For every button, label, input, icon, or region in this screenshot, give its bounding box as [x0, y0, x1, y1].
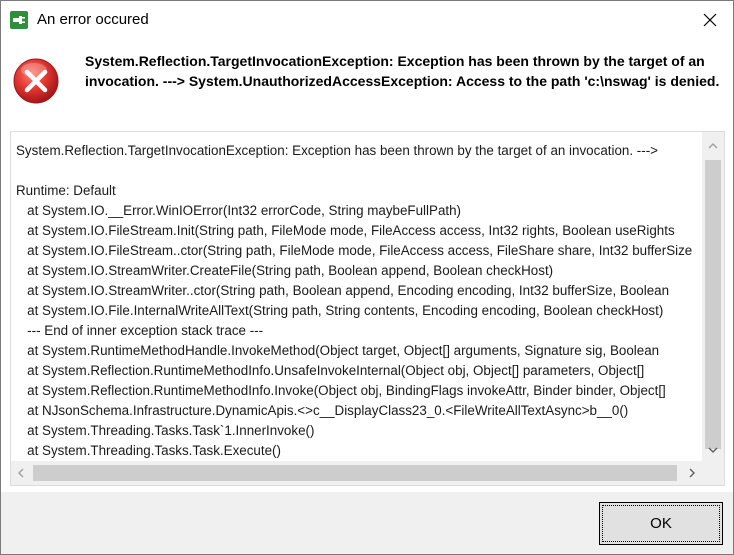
plug-icon: [10, 11, 28, 29]
details-line: at NJsonSchema.Infrastructure.DynamicApi…: [16, 403, 629, 418]
scroll-right-button[interactable]: [682, 461, 702, 485]
details-line: at System.Reflection.RuntimeMethodInfo.I…: [16, 383, 666, 398]
close-button[interactable]: [687, 1, 733, 39]
chevron-right-icon: [689, 468, 695, 478]
details-line: at System.IO.StreamWriter.CreateFile(Str…: [16, 263, 554, 278]
details-line: at System.RuntimeMethodHandle.InvokeMeth…: [16, 343, 660, 358]
scroll-up-button[interactable]: [702, 136, 724, 156]
vertical-scrollbar[interactable]: [702, 132, 724, 461]
details-line: at System.IO.__Error.WinIOError(Int32 er…: [16, 203, 462, 218]
error-icon: [12, 57, 60, 105]
ok-button[interactable]: OK: [599, 502, 723, 545]
details-line: at System.IO.FileStream.Init(String path…: [16, 223, 675, 238]
close-icon: [703, 13, 717, 27]
details-line: [16, 161, 702, 181]
chevron-left-icon: [18, 468, 24, 478]
scroll-down-button[interactable]: [702, 440, 724, 460]
title-bar[interactable]: An error occured: [1, 1, 733, 39]
window-title: An error occured: [37, 11, 149, 28]
details-line: Runtime: Default: [16, 183, 116, 198]
error-details-text[interactable]: System.Reflection.TargetInvocationExcept…: [11, 132, 702, 461]
error-message: System.Reflection.TargetInvocationExcept…: [85, 53, 720, 89]
horizontal-scrollbar[interactable]: [11, 461, 702, 485]
vertical-scroll-thumb[interactable]: [705, 160, 721, 449]
details-line: at System.Reflection.RuntimeMethodInfo.U…: [16, 363, 645, 378]
details-line: --- End of inner exception stack trace -…: [16, 323, 264, 338]
details-line: at System.IO.FileStream..ctor(String pat…: [16, 243, 693, 258]
details-line: at System.IO.StreamWriter..ctor(String p…: [16, 283, 670, 298]
chevron-down-icon: [708, 447, 718, 453]
details-line: at System.Threading.Tasks.Task`1.InnerIn…: [16, 423, 315, 438]
details-line: at System.Threading.Tasks.Task.Execute(): [16, 443, 281, 458]
scroll-left-button[interactable]: [11, 461, 31, 485]
dialog-footer: OK: [1, 492, 733, 554]
error-details-box[interactable]: System.Reflection.TargetInvocationExcept…: [10, 131, 725, 486]
scrollbar-corner: [702, 461, 724, 485]
details-line: at System.IO.File.InternalWriteAllText(S…: [16, 303, 664, 318]
chevron-up-icon: [708, 143, 718, 149]
horizontal-scroll-thumb[interactable]: [33, 465, 677, 481]
error-dialog: An error occured System.Reflection.Targe…: [0, 0, 734, 555]
details-line: System.Reflection.TargetInvocationExcept…: [16, 143, 658, 158]
